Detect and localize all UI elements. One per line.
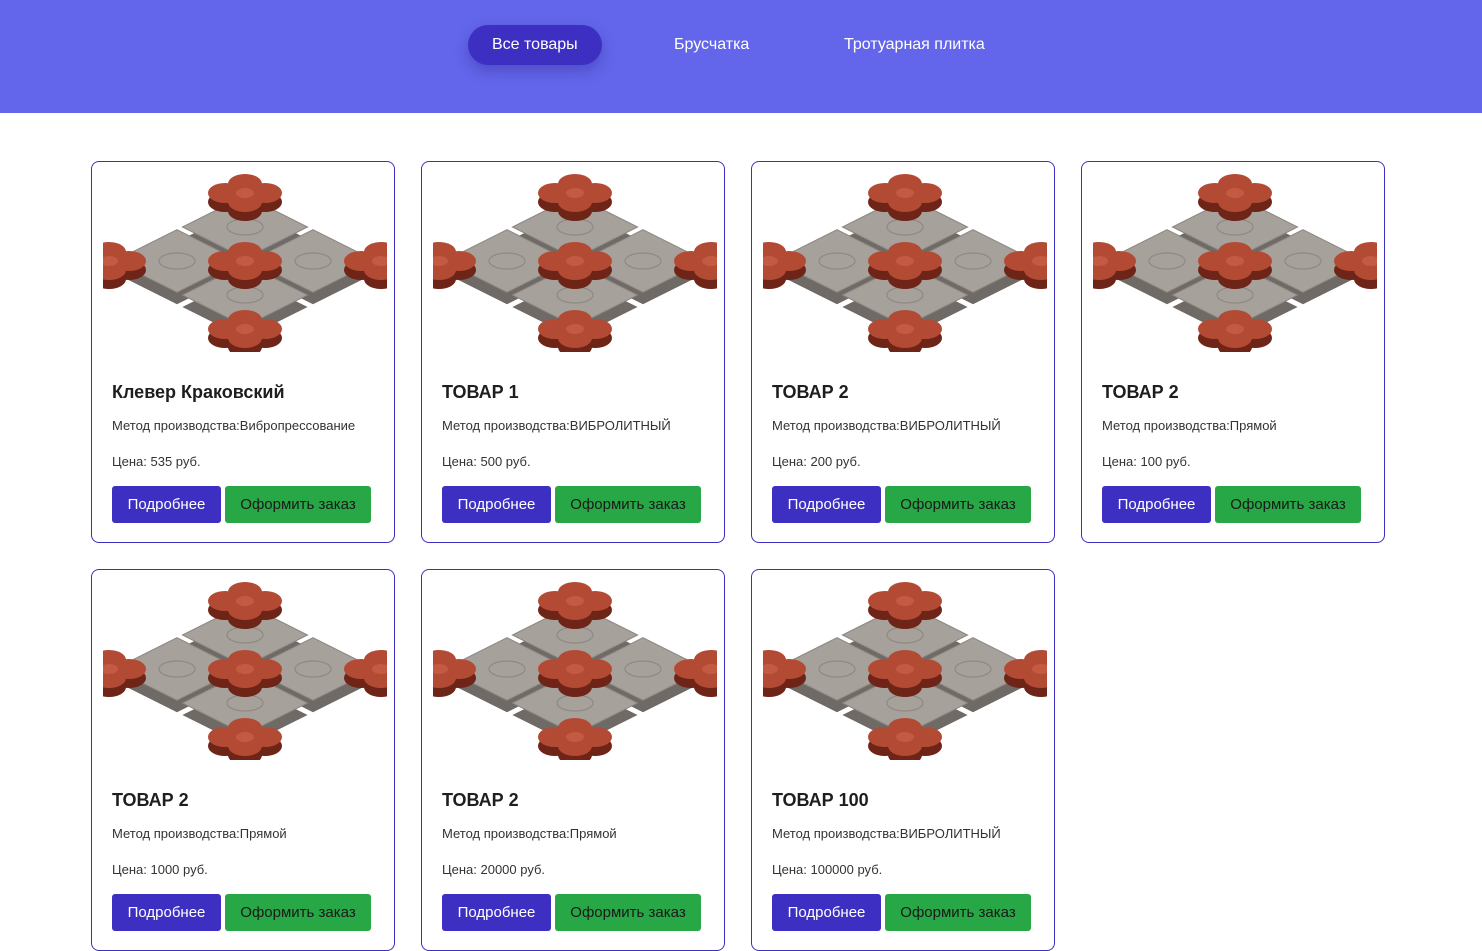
product-card: ТОВАР 1 Метод производства:ВИБРОЛИТНЫЙ Ц… <box>421 161 725 543</box>
product-method: Метод производства:ВИБРОЛИТНЫЙ <box>442 418 671 433</box>
product-method: Метод производства:ВИБРОЛИТНЫЙ <box>772 418 1001 433</box>
product-method: Метод производства:ВИБРОЛИТНЫЙ <box>772 826 1001 841</box>
product-method: Метод производства:Прямой <box>1102 418 1277 433</box>
tab-sidewalk-tiles[interactable]: Тротуарная плитка <box>844 25 985 65</box>
paving-tile-graphic <box>433 582 717 760</box>
paving-tile-graphic <box>763 582 1047 760</box>
paving-tile-graphic <box>103 582 387 760</box>
product-price: Цена: 200 руб. <box>772 454 861 469</box>
order-button[interactable]: Оформить заказ <box>225 894 371 931</box>
product-price: Цена: 500 руб. <box>442 454 531 469</box>
product-card: ТОВАР 2 Метод производства:ВИБРОЛИТНЫЙ Ц… <box>751 161 1055 543</box>
details-button[interactable]: Подробнее <box>772 894 881 931</box>
product-title: ТОВАР 2 <box>112 790 189 810</box>
order-button[interactable]: Оформить заказ <box>555 894 701 931</box>
paving-tile-graphic <box>103 174 387 352</box>
order-button[interactable]: Оформить заказ <box>225 486 371 523</box>
product-title: ТОВАР 100 <box>772 790 869 810</box>
order-button[interactable]: Оформить заказ <box>1215 486 1361 523</box>
product-price: Цена: 100000 руб. <box>772 862 883 877</box>
paving-tile-image[interactable] <box>103 170 387 352</box>
order-button[interactable]: Оформить заказ <box>885 894 1031 931</box>
details-button[interactable]: Подробнее <box>442 894 551 931</box>
paving-tile-graphic <box>1093 174 1377 352</box>
product-card: ТОВАР 2 Метод производства:Прямой Цена: … <box>421 569 725 951</box>
paving-tile-image[interactable] <box>103 578 387 760</box>
order-button[interactable]: Оформить заказ <box>885 486 1031 523</box>
details-button[interactable]: Подробнее <box>442 486 551 523</box>
paving-tile-image[interactable] <box>433 170 717 352</box>
details-button[interactable]: Подробнее <box>772 486 881 523</box>
product-card: Клевер Краковский Метод производства:Виб… <box>91 161 395 543</box>
product-price: Цена: 1000 руб. <box>112 862 208 877</box>
product-title: ТОВАР 2 <box>442 790 519 810</box>
paving-tile-image[interactable] <box>1093 170 1377 352</box>
details-button[interactable]: Подробнее <box>112 894 221 931</box>
paving-tile-image[interactable] <box>433 578 717 760</box>
product-title: Клевер Краковский <box>112 382 285 402</box>
paving-tile-graphic <box>763 174 1047 352</box>
paving-tile-image[interactable] <box>763 170 1047 352</box>
tab-all-products[interactable]: Все товары <box>468 25 602 65</box>
product-method: Метод производства:Вибропрессование <box>112 418 356 433</box>
product-card: ТОВАР 2 Метод производства:Прямой Цена: … <box>91 569 395 951</box>
product-card: ТОВАР 100 Метод производства:ВИБРОЛИТНЫЙ… <box>751 569 1055 951</box>
details-button[interactable]: Подробнее <box>1102 486 1211 523</box>
paving-tile-graphic <box>433 174 717 352</box>
product-price: Цена: 535 руб. <box>112 454 201 469</box>
product-method: Метод производства:Прямой <box>112 826 287 841</box>
product-price: Цена: 100 руб. <box>1102 454 1191 469</box>
top-nav-bar: Все товары Брусчатка Тротуарная плитка <box>0 0 1482 113</box>
product-title: ТОВАР 2 <box>772 382 849 402</box>
product-price: Цена: 20000 руб. <box>442 862 546 877</box>
tab-paving-stones[interactable]: Брусчатка <box>674 25 749 65</box>
details-button[interactable]: Подробнее <box>112 486 221 523</box>
order-button[interactable]: Оформить заказ <box>555 486 701 523</box>
product-title: ТОВАР 1 <box>442 382 519 402</box>
paving-tile-image[interactable] <box>763 578 1047 760</box>
product-method: Метод производства:Прямой <box>442 826 617 841</box>
product-title: ТОВАР 2 <box>1102 382 1179 402</box>
product-card: ТОВАР 2 Метод производства:Прямой Цена: … <box>1081 161 1385 543</box>
